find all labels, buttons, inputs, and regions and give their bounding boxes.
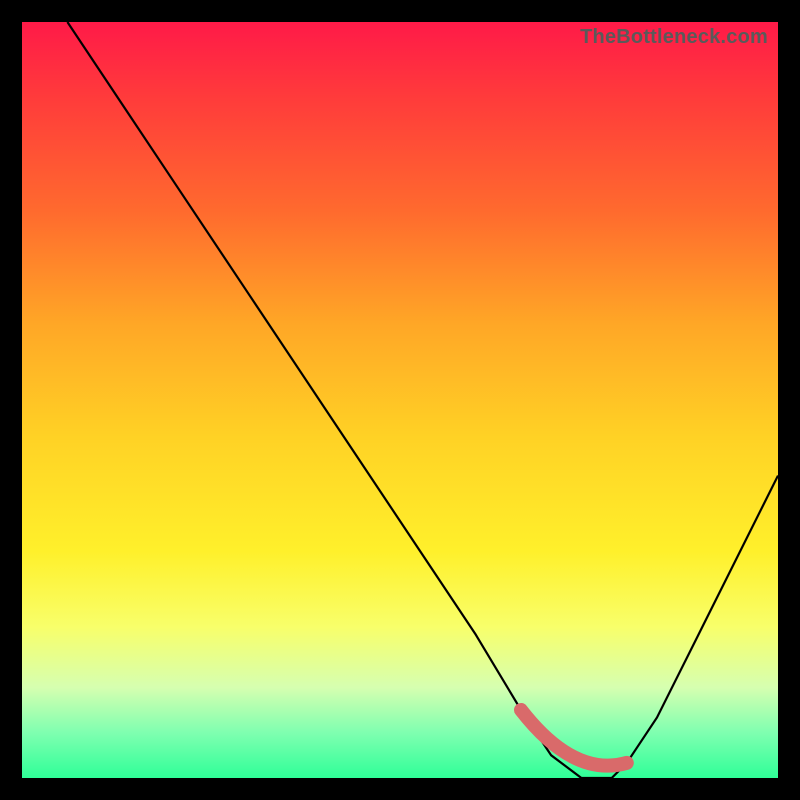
- optimal-zone-highlight: [521, 710, 627, 766]
- chart-frame: TheBottleneck.com: [0, 0, 800, 800]
- curve-overlay: [22, 22, 778, 778]
- optimal-zone-end-dot: [621, 757, 633, 769]
- bottleneck-curve-path: [67, 22, 778, 778]
- plot-area: TheBottleneck.com: [22, 22, 778, 778]
